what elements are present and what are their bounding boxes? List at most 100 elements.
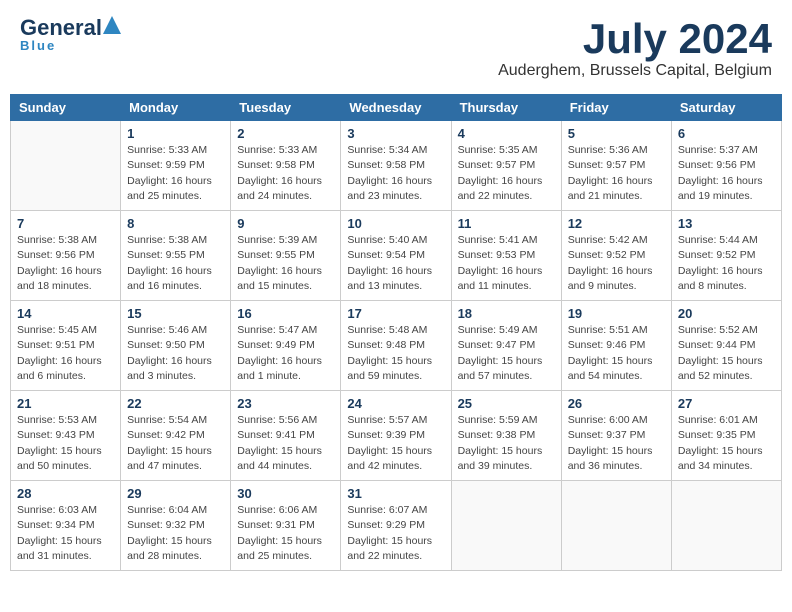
calendar-cell: 27 Sunrise: 6:01 AMSunset: 9:35 PMDayligh… [671,391,781,481]
day-info: Sunrise: 5:39 AMSunset: 9:55 PMDaylight:… [237,233,334,294]
day-info: Sunrise: 5:33 AMSunset: 9:58 PMDaylight:… [237,143,334,204]
weekday-header-monday: Monday [121,95,231,121]
day-number: 19 [568,306,665,321]
calendar-cell: 12 Sunrise: 5:42 AMSunset: 9:52 PMDayligh… [561,211,671,301]
calendar-cell: 19Sunrise: 5:51 AMSunset: 9:46 PMDayligh… [561,301,671,391]
calendar-cell: 7 Sunrise: 5:38 AMSunset: 9:56 PMDaylight… [11,211,121,301]
day-number: 5 [568,126,665,141]
day-number: 11 [458,216,555,231]
calendar-cell: 15 Sunrise: 5:46 AMSunset: 9:50 PMDayligh… [121,301,231,391]
calendar-cell: 25 Sunrise: 5:59 AMSunset: 9:38 PMDayligh… [451,391,561,481]
day-number: 2 [237,126,334,141]
day-info: Sunrise: 5:46 AMSunset: 9:50 PMDaylight:… [127,323,224,384]
day-number: 4 [458,126,555,141]
day-info: Sunrise: 5:49 AMSunset: 9:47 PMDaylight:… [458,323,555,384]
day-number: 28 [17,486,114,501]
day-info: Sunrise: 6:01 AMSunset: 9:35 PMDaylight:… [678,413,775,474]
calendar-cell: 11 Sunrise: 5:41 AMSunset: 9:53 PMDayligh… [451,211,561,301]
calendar-week-row: 21Sunrise: 5:53 AMSunset: 9:43 PMDayligh… [11,391,782,481]
day-number: 23 [237,396,334,411]
day-number: 9 [237,216,334,231]
calendar-cell: 1Sunrise: 5:33 AMSunset: 9:59 PMDaylight… [121,121,231,211]
logo-general: General [20,17,102,39]
calendar-cell: 4 Sunrise: 5:35 AMSunset: 9:57 PMDaylight… [451,121,561,211]
day-number: 12 [568,216,665,231]
calendar-cell [561,481,671,571]
day-number: 20 [678,306,775,321]
day-info: Sunrise: 5:53 AMSunset: 9:43 PMDaylight:… [17,413,114,474]
day-info: Sunrise: 6:06 AMSunset: 9:31 PMDaylight:… [237,503,334,564]
calendar-cell: 17 Sunrise: 5:48 AMSunset: 9:48 PMDayligh… [341,301,451,391]
day-number: 26 [568,396,665,411]
day-info: Sunrise: 5:47 AMSunset: 9:49 PMDaylight:… [237,323,334,384]
calendar-cell: 29 Sunrise: 6:04 AMSunset: 9:32 PMDayligh… [121,481,231,571]
weekday-header-saturday: Saturday [671,95,781,121]
calendar-cell: 24 Sunrise: 5:57 AMSunset: 9:39 PMDayligh… [341,391,451,481]
month-title: July 2024 [498,16,772,62]
calendar-cell [11,121,121,211]
calendar-cell: 26 Sunrise: 6:00 AMSunset: 9:37 PMDayligh… [561,391,671,481]
day-number: 10 [347,216,444,231]
weekday-header-sunday: Sunday [11,95,121,121]
calendar-cell: 14Sunrise: 5:45 AMSunset: 9:51 PMDayligh… [11,301,121,391]
calendar-cell: 3Sunrise: 5:34 AMSunset: 9:58 PMDaylight… [341,121,451,211]
day-number: 7 [17,216,114,231]
day-info: Sunrise: 5:54 AMSunset: 9:42 PMDaylight:… [127,413,224,474]
day-number: 25 [458,396,555,411]
day-info: Sunrise: 6:04 AMSunset: 9:32 PMDaylight:… [127,503,224,564]
calendar-cell: 31Sunrise: 6:07 AMSunset: 9:29 PMDayligh… [341,481,451,571]
day-info: Sunrise: 5:41 AMSunset: 9:53 PMDaylight:… [458,233,555,294]
day-number: 13 [678,216,775,231]
calendar-cell: 30Sunrise: 6:06 AMSunset: 9:31 PMDayligh… [231,481,341,571]
day-number: 8 [127,216,224,231]
calendar-cell: 20 Sunrise: 5:52 AMSunset: 9:44 PMDayligh… [671,301,781,391]
day-number: 18 [458,306,555,321]
calendar-cell [671,481,781,571]
day-info: Sunrise: 5:45 AMSunset: 9:51 PMDaylight:… [17,323,114,384]
day-info: Sunrise: 5:36 AMSunset: 9:57 PMDaylight:… [568,143,665,204]
day-info: Sunrise: 5:56 AMSunset: 9:41 PMDaylight:… [237,413,334,474]
day-info: Sunrise: 5:35 AMSunset: 9:57 PMDaylight:… [458,143,555,204]
day-info: Sunrise: 5:38 AMSunset: 9:56 PMDaylight:… [17,233,114,294]
calendar-week-row: 1Sunrise: 5:33 AMSunset: 9:59 PMDaylight… [11,121,782,211]
weekday-header-row: SundayMondayTuesdayWednesdayThursdayFrid… [11,95,782,121]
day-info: Sunrise: 5:33 AMSunset: 9:59 PMDaylight:… [127,143,224,204]
calendar-week-row: 7 Sunrise: 5:38 AMSunset: 9:56 PMDaylight… [11,211,782,301]
logo-icon [103,16,121,38]
day-info: Sunrise: 5:40 AMSunset: 9:54 PMDaylight:… [347,233,444,294]
day-info: Sunrise: 5:42 AMSunset: 9:52 PMDaylight:… [568,233,665,294]
weekday-header-tuesday: Tuesday [231,95,341,121]
calendar-cell: 2 Sunrise: 5:33 AMSunset: 9:58 PMDaylight… [231,121,341,211]
calendar-cell: 5 Sunrise: 5:36 AMSunset: 9:57 PMDaylight… [561,121,671,211]
calendar-cell: 13 Sunrise: 5:44 AMSunset: 9:52 PMDayligh… [671,211,781,301]
day-number: 27 [678,396,775,411]
weekday-header-friday: Friday [561,95,671,121]
day-number: 15 [127,306,224,321]
title-block: July 2024 Auderghem, Brussels Capital, B… [498,16,772,80]
calendar-cell: 9 Sunrise: 5:39 AMSunset: 9:55 PMDaylight… [231,211,341,301]
day-info: Sunrise: 6:00 AMSunset: 9:37 PMDaylight:… [568,413,665,474]
day-number: 31 [347,486,444,501]
day-info: Sunrise: 5:38 AMSunset: 9:55 PMDaylight:… [127,233,224,294]
logo-blue: Blue [20,38,56,53]
day-info: Sunrise: 5:44 AMSunset: 9:52 PMDaylight:… [678,233,775,294]
calendar-cell: 23 Sunrise: 5:56 AMSunset: 9:41 PMDayligh… [231,391,341,481]
day-info: Sunrise: 5:59 AMSunset: 9:38 PMDaylight:… [458,413,555,474]
page-header: General Blue July 2024 Auderghem, Brusse… [10,10,782,86]
calendar-cell: 8 Sunrise: 5:38 AMSunset: 9:55 PMDaylight… [121,211,231,301]
day-info: Sunrise: 5:48 AMSunset: 9:48 PMDaylight:… [347,323,444,384]
day-info: Sunrise: 5:52 AMSunset: 9:44 PMDaylight:… [678,323,775,384]
weekday-header-thursday: Thursday [451,95,561,121]
calendar-cell: 18 Sunrise: 5:49 AMSunset: 9:47 PMDayligh… [451,301,561,391]
day-info: Sunrise: 5:37 AMSunset: 9:56 PMDaylight:… [678,143,775,204]
calendar-cell: 21Sunrise: 5:53 AMSunset: 9:43 PMDayligh… [11,391,121,481]
day-number: 17 [347,306,444,321]
day-number: 29 [127,486,224,501]
day-info: Sunrise: 6:03 AMSunset: 9:34 PMDaylight:… [17,503,114,564]
day-info: Sunrise: 5:57 AMSunset: 9:39 PMDaylight:… [347,413,444,474]
day-number: 24 [347,396,444,411]
calendar-cell: 28 Sunrise: 6:03 AMSunset: 9:34 PMDayligh… [11,481,121,571]
calendar-cell: 10 Sunrise: 5:40 AMSunset: 9:54 PMDayligh… [341,211,451,301]
calendar-table: SundayMondayTuesdayWednesdayThursdayFrid… [10,94,782,571]
calendar-week-row: 28 Sunrise: 6:03 AMSunset: 9:34 PMDayligh… [11,481,782,571]
